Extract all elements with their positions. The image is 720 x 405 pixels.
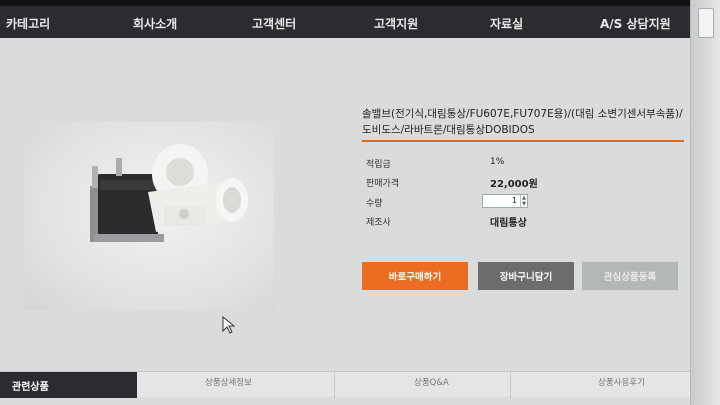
tab-divider bbox=[510, 372, 511, 398]
field-value-price: 22,000원 bbox=[490, 179, 538, 190]
nav-category[interactable]: 카테고리 bbox=[6, 15, 50, 32]
title-divider bbox=[362, 140, 684, 142]
nav-archive[interactable]: 자료실 bbox=[490, 15, 523, 32]
scrollbar-thumb[interactable] bbox=[698, 8, 714, 38]
nav-company[interactable]: 회사소개 bbox=[133, 15, 177, 32]
quantity-stepper[interactable]: ▲ ▼ bbox=[520, 195, 527, 207]
nav-support[interactable]: 고객지원 bbox=[374, 15, 418, 32]
add-to-cart-button[interactable]: 장바구니담기 bbox=[478, 262, 574, 290]
tab-related-products[interactable]: 관련상품 bbox=[0, 372, 137, 398]
tab-product-review[interactable]: 상품사용후기 bbox=[598, 376, 645, 388]
nav-as-consult[interactable]: A/S 상담지원 bbox=[600, 15, 671, 32]
top-navigation: 카테고리 회사소개 고객센터 고객지원 자료실 A/S 상담지원 bbox=[0, 0, 690, 38]
mouse-cursor-icon bbox=[222, 316, 236, 334]
field-value-points: 1% bbox=[490, 157, 505, 167]
tab-divider bbox=[334, 372, 335, 398]
add-to-wishlist-button[interactable]: 관심상품등록 bbox=[582, 262, 678, 290]
product-title: 솔밸브(전기식,대림통상/FU607E,FU707E용)/(대림 소변기센서부속… bbox=[362, 108, 683, 136]
product-image bbox=[24, 122, 274, 310]
field-label-points: 적립금 bbox=[366, 160, 391, 170]
tab-product-detail[interactable]: 상품상세정보 bbox=[205, 376, 252, 388]
field-label-price: 판매가격 bbox=[366, 179, 400, 189]
field-label-maker: 제조사 bbox=[366, 218, 391, 228]
field-value-maker: 대림통상 bbox=[490, 218, 527, 229]
field-label-quantity: 수량 bbox=[366, 199, 383, 209]
buy-now-button[interactable]: 바로구매하기 bbox=[362, 262, 468, 290]
nav-customer-center[interactable]: 고객센터 bbox=[252, 15, 296, 32]
tab-product-qna[interactable]: 상품Q&A bbox=[414, 376, 449, 388]
product-tabs: 관련상품 상품상세정보 상품Q&A 상품사용후기 bbox=[0, 371, 690, 398]
scrollbar[interactable] bbox=[690, 0, 720, 405]
